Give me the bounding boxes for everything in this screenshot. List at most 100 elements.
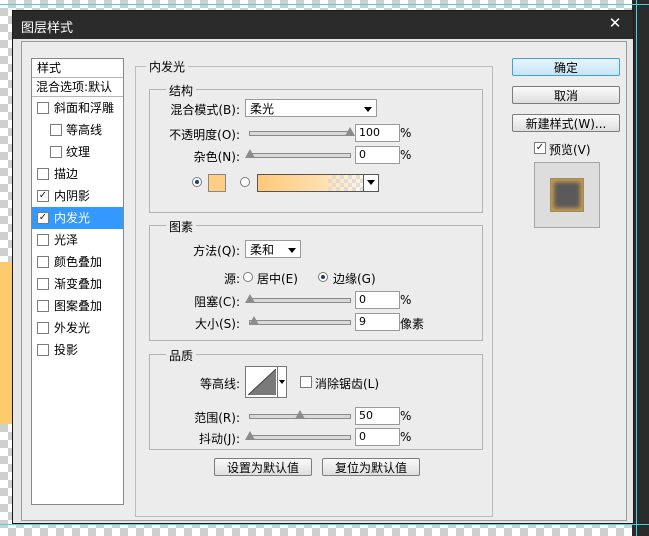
- style-list-item-label: 投影: [54, 343, 79, 357]
- choke-slider[interactable]: [245, 294, 351, 303]
- ok-button[interactable]: 确定: [512, 58, 620, 76]
- opacity-slider[interactable]: [249, 127, 355, 136]
- style-list-item[interactable]: 纹理: [32, 141, 123, 163]
- source-center-radio[interactable]: [243, 272, 253, 282]
- noise-slider-thumb[interactable]: [245, 149, 255, 158]
- dialog-body: 样式 混合选项:默认 斜面和浮雕 等高线 纹理 描边 ✓ 内阴影 ✓ 内发光 光泽 颜色叠加 渐变叠…: [21, 41, 627, 521]
- elements-group: 图素 方法(Q): 柔和 源: 居中(E) 边缘(G) 阻塞(C): 0 % 大…: [149, 218, 483, 341]
- contour-picker[interactable]: [245, 366, 287, 398]
- style-preview-thumbnail: [550, 178, 584, 212]
- style-list-item-label: 渐变叠加: [54, 277, 103, 291]
- style-list-item[interactable]: 图案叠加: [32, 295, 123, 317]
- style-list-item[interactable]: 斜面和浮雕: [32, 97, 123, 119]
- style-checkbox[interactable]: [50, 146, 62, 158]
- style-list-item-label: 描边: [54, 167, 79, 181]
- style-checkbox[interactable]: [37, 102, 49, 114]
- dialog-title: 图层样式: [21, 21, 74, 36]
- noise-slider[interactable]: [245, 149, 351, 158]
- source-edge-label[interactable]: 边缘(G): [333, 270, 376, 287]
- glow-color-swatch[interactable]: [208, 174, 226, 192]
- style-list-item[interactable]: 颜色叠加: [32, 251, 123, 273]
- style-list-item[interactable]: ✓ 内发光: [32, 207, 123, 229]
- style-list-item-label: 纹理: [66, 145, 91, 159]
- guide-line-horizontal: [0, 524, 649, 525]
- cancel-button[interactable]: 取消: [512, 86, 620, 104]
- style-checkbox[interactable]: [37, 344, 49, 356]
- style-list-item-label: 斜面和浮雕: [54, 101, 115, 115]
- style-checkbox[interactable]: ✓: [37, 190, 49, 202]
- style-list-item-label: 图案叠加: [54, 299, 103, 313]
- style-list-item[interactable]: 外发光: [32, 317, 123, 339]
- size-label: 大小(S):: [194, 317, 240, 331]
- style-list-item[interactable]: 投影: [32, 339, 123, 361]
- blend-mode-value: 柔光: [250, 102, 275, 116]
- blend-mode-select[interactable]: 柔光: [245, 99, 377, 117]
- style-checkbox[interactable]: [37, 322, 49, 334]
- style-list-item[interactable]: 渐变叠加: [32, 273, 123, 295]
- chevron-down-icon: [288, 248, 296, 253]
- style-list-item[interactable]: 描边: [32, 163, 123, 185]
- size-input[interactable]: 9: [355, 313, 400, 331]
- preview-checkbox[interactable]: ✓: [534, 142, 546, 154]
- opacity-input[interactable]: 100: [355, 124, 400, 142]
- choke-slider-thumb[interactable]: [245, 294, 255, 303]
- jitter-slider-thumb[interactable]: [245, 431, 255, 440]
- reset-default-button[interactable]: 复位为默认值: [322, 458, 420, 476]
- noise-input[interactable]: 0: [355, 146, 400, 164]
- style-checkbox[interactable]: [37, 234, 49, 246]
- range-slider[interactable]: [249, 410, 351, 419]
- range-label: 范围(R):: [194, 411, 240, 425]
- gradient-dropdown-icon[interactable]: [363, 175, 378, 191]
- elements-legend: 图素: [166, 218, 197, 235]
- antialias-label[interactable]: 消除锯齿(L): [315, 375, 379, 392]
- technique-select[interactable]: 柔和: [245, 240, 301, 258]
- source-center-label[interactable]: 居中(E): [257, 270, 298, 287]
- style-list-item[interactable]: 等高线: [32, 119, 123, 141]
- choke-label: 阻塞(C):: [194, 295, 240, 309]
- preview-label[interactable]: 预览(V): [549, 141, 591, 158]
- contour-label: 等高线:: [199, 377, 240, 391]
- blend-options-item[interactable]: 混合选项:默认: [32, 78, 123, 97]
- style-checkbox[interactable]: [37, 278, 49, 290]
- guide-line-top: [0, 4, 649, 5]
- style-checkbox[interactable]: [37, 300, 49, 312]
- style-list: 样式 混合选项:默认 斜面和浮雕等高线纹理描边 ✓ 内阴影 ✓ 内发光 光泽 颜色叠加渐变叠…: [31, 58, 124, 505]
- jitter-slider[interactable]: [245, 431, 351, 440]
- antialias-checkbox[interactable]: [300, 376, 312, 388]
- new-style-button[interactable]: 新建样式(W)...: [512, 114, 620, 132]
- style-checkbox[interactable]: [37, 256, 49, 268]
- style-list-item[interactable]: ✓ 内阴影: [32, 185, 123, 207]
- range-unit: %: [400, 409, 412, 423]
- range-input[interactable]: 50: [355, 407, 400, 425]
- choke-input[interactable]: 0: [355, 291, 400, 309]
- style-checkbox[interactable]: [37, 168, 49, 180]
- gradient-radio[interactable]: [240, 177, 250, 187]
- close-button[interactable]: ✕: [603, 13, 627, 33]
- noise-label: 杂色(N):: [193, 150, 240, 164]
- color-radio[interactable]: [192, 177, 202, 187]
- contour-curve-icon: [248, 369, 276, 395]
- contour-dropdown-icon[interactable]: [277, 367, 286, 397]
- guide-line-vertical: [636, 0, 637, 536]
- make-default-button[interactable]: 设置为默认值: [214, 458, 312, 476]
- jitter-input[interactable]: 0: [355, 428, 400, 446]
- style-checkbox[interactable]: ✓: [37, 212, 49, 224]
- title-bar[interactable]: 图层样式 ✕: [13, 11, 633, 39]
- jitter-label: 抖动(J):: [199, 432, 240, 446]
- close-icon[interactable]: ✕: [609, 14, 622, 32]
- opacity-slider-thumb[interactable]: [345, 127, 355, 136]
- size-slider-thumb[interactable]: [248, 316, 259, 325]
- style-list-item[interactable]: 光泽: [32, 229, 123, 251]
- size-slider[interactable]: [248, 316, 351, 325]
- source-edge-radio[interactable]: [318, 272, 328, 282]
- range-slider-thumb[interactable]: [295, 410, 305, 419]
- style-list-header[interactable]: 样式: [32, 59, 123, 78]
- style-list-item-label: 等高线: [66, 123, 103, 137]
- opacity-unit: %: [400, 126, 412, 140]
- style-checkbox[interactable]: [50, 124, 62, 136]
- opacity-label: 不透明度(O):: [169, 128, 240, 142]
- panel-title: 内发光: [146, 58, 189, 75]
- technique-label: 方法(Q):: [193, 244, 240, 258]
- gradient-picker[interactable]: [257, 174, 379, 192]
- style-preview: [534, 162, 600, 228]
